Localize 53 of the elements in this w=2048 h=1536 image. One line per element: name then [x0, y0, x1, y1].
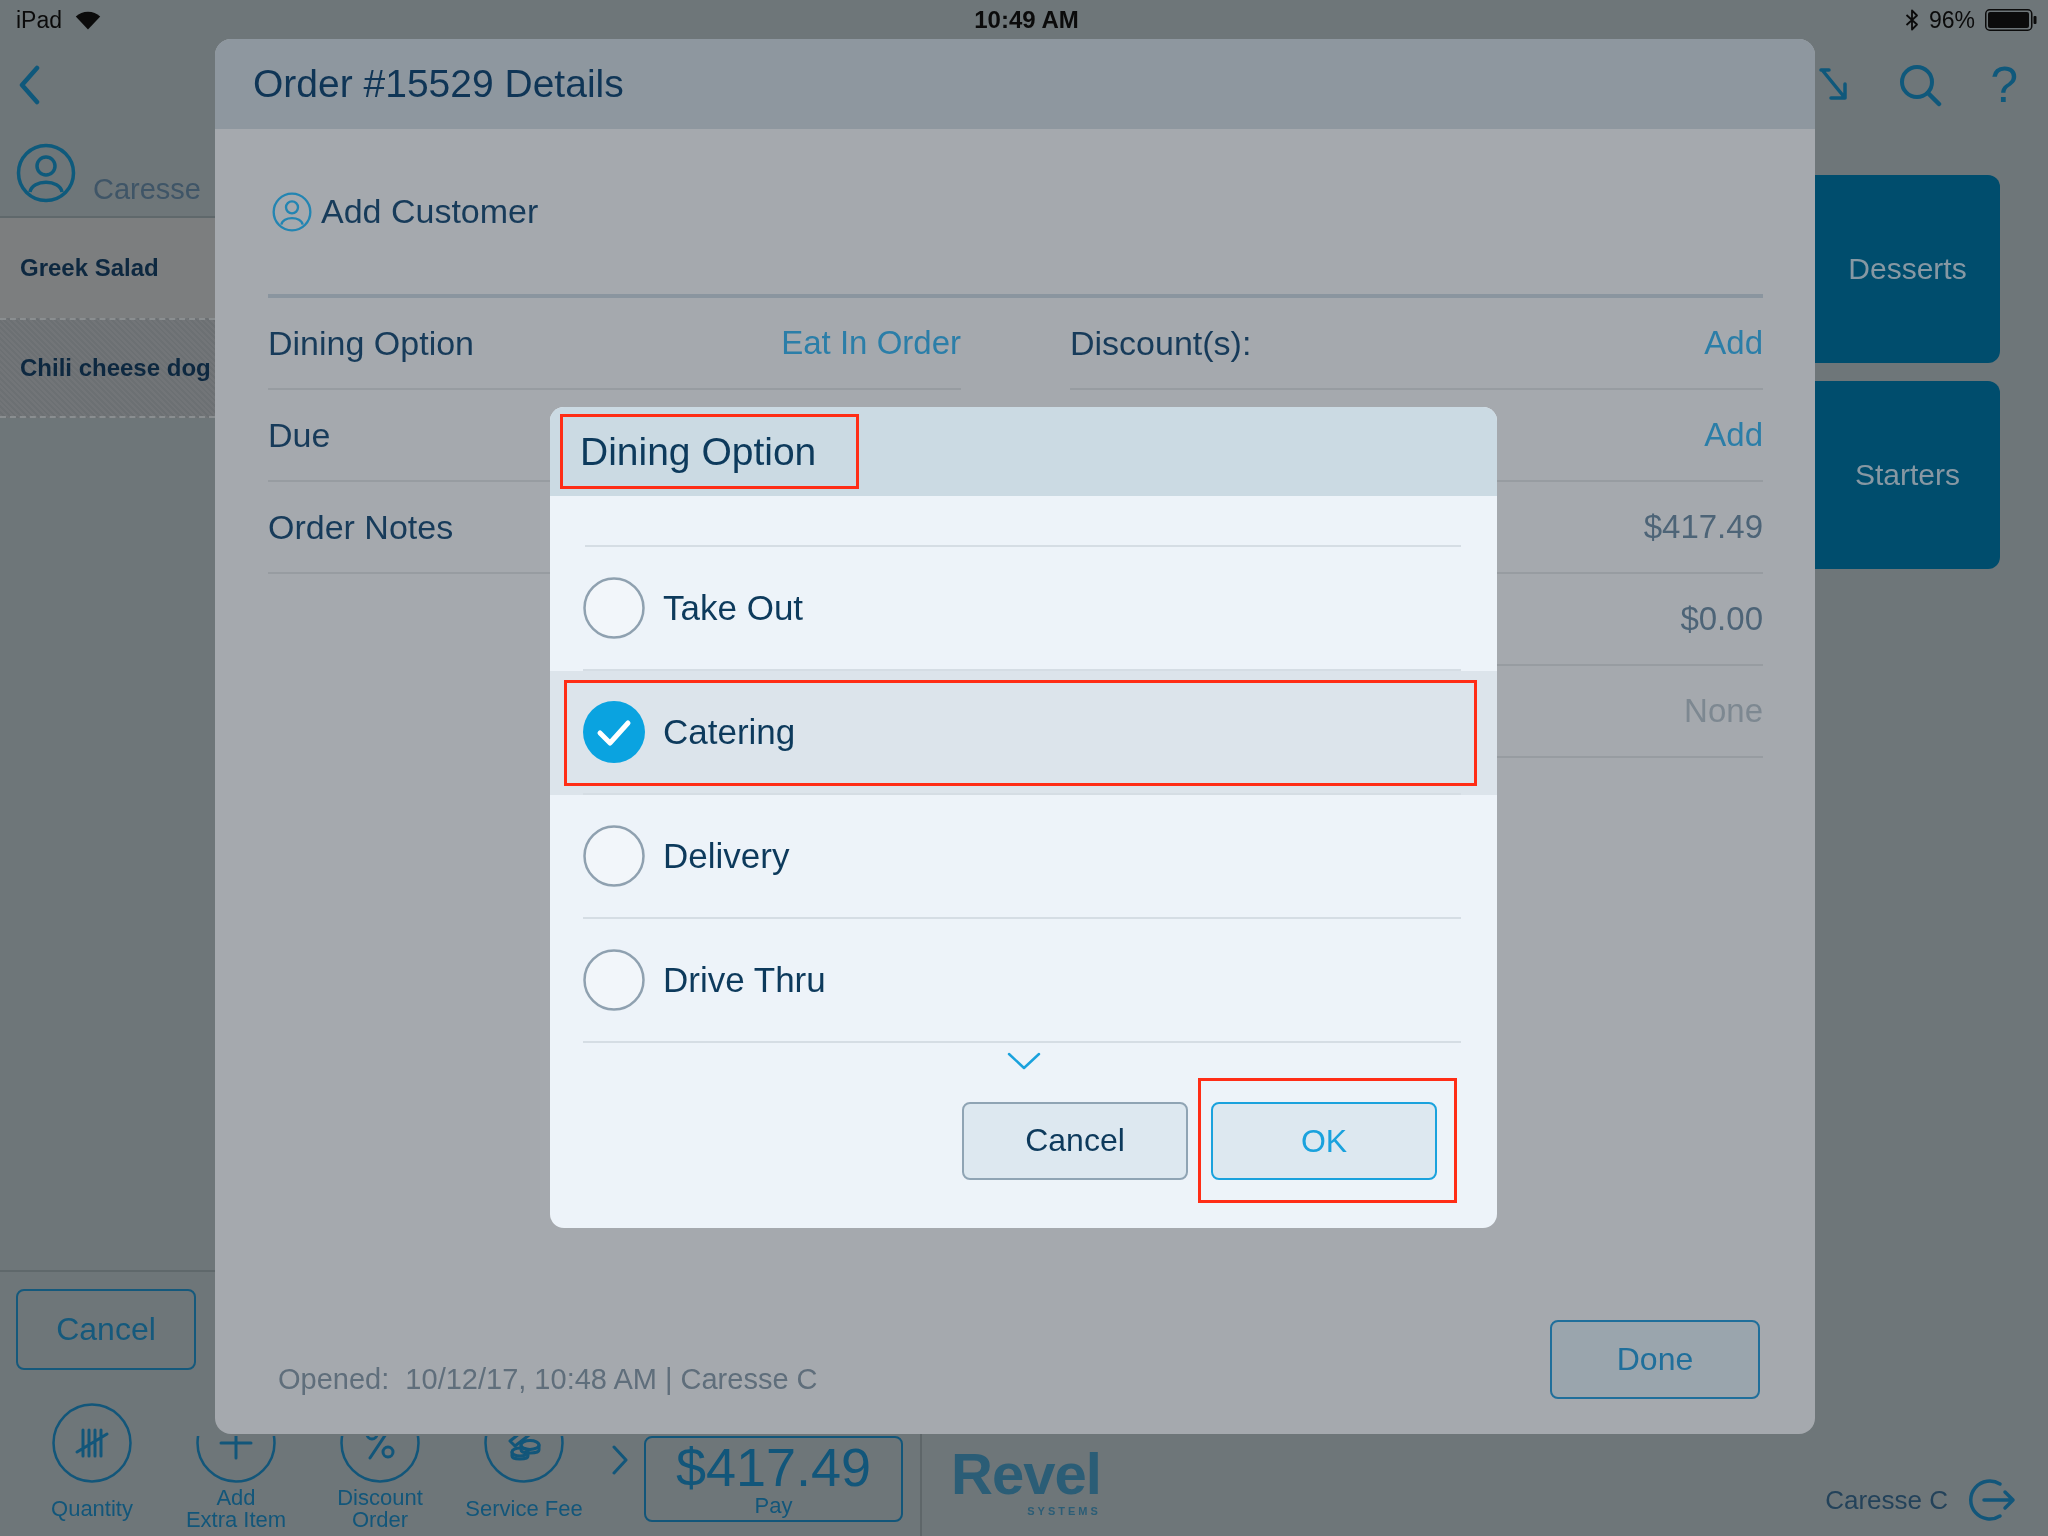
radio-option[interactable]: Delivery	[550, 795, 1497, 919]
field-value: $417.49	[1643, 508, 1763, 546]
field-label: Due	[268, 415, 331, 455]
field-link[interactable]: Add	[1704, 416, 1763, 454]
cancel-button[interactable]: Cancel	[962, 1101, 1188, 1180]
field-label: Dining Option	[268, 323, 474, 363]
category-tile[interactable]: Starters	[1815, 381, 2000, 569]
radio-icon	[583, 577, 645, 639]
chevron-right-icon[interactable]	[612, 1445, 628, 1475]
device-name-text: iPad	[16, 8, 63, 32]
toolbar-action-button[interactable]: Add Extra Item	[164, 1436, 308, 1531]
modal-title: Order #15529 Details	[253, 62, 624, 106]
toolbar-action-button[interactable]: Service Fee	[452, 1436, 596, 1531]
field-label: Order Notes	[268, 507, 454, 547]
dialog-title: Dining Option	[580, 429, 817, 474]
radio-icon	[583, 825, 645, 887]
order-item-row[interactable]: Chili cheese dog	[0, 318, 215, 418]
cancel-button[interactable]: Cancel	[16, 1289, 196, 1370]
done-button[interactable]: Done	[1550, 1320, 1760, 1399]
plus-icon	[196, 1436, 276, 1483]
order-item-row[interactable]: Greek Salad	[0, 218, 215, 318]
help-button[interactable]: ?	[1990, 60, 2018, 110]
field-link[interactable]: Eat In Order	[781, 324, 961, 362]
avatar-icon	[272, 191, 312, 232]
percent-icon	[340, 1436, 420, 1483]
logo-tagline: SYSTEMS	[1027, 1506, 1101, 1517]
radio-checked-icon	[583, 701, 645, 763]
category-tile[interactable]: Desserts	[1815, 175, 2000, 363]
bluetooth-icon	[1904, 8, 1919, 32]
radio-option[interactable]: Catering	[550, 671, 1497, 795]
opened-info-text: Opened: 10/12/17, 10:48 AM | Caresse C	[278, 1363, 818, 1396]
field-label: Discount(s):	[1070, 323, 1252, 363]
radio-option[interactable]: Drive Thru	[550, 919, 1497, 1043]
avatar-icon[interactable]	[16, 143, 76, 203]
logo-wordmark: Revel	[951, 1445, 1101, 1503]
clock-text: 10:49 AM	[974, 8, 1079, 32]
wifi-icon	[75, 10, 102, 30]
ok-button[interactable]: OK	[1211, 1102, 1437, 1180]
battery-icon	[1985, 9, 2037, 31]
back-icon[interactable]	[18, 65, 40, 105]
field-link[interactable]: Add	[1704, 324, 1763, 362]
radio-icon	[583, 949, 645, 1011]
toolbar-action-button[interactable]: Quantity	[20, 1403, 164, 1531]
coins-icon	[484, 1436, 564, 1483]
field-value: $0.00	[1680, 600, 1763, 638]
chevron-down-icon[interactable]	[1006, 1051, 1041, 1070]
pay-button[interactable]: $417.49 Pay	[644, 1436, 903, 1522]
battery-percent-text: 96%	[1928, 8, 1975, 32]
search-icon[interactable]	[1898, 63, 1943, 107]
tally-marks-icon	[52, 1403, 132, 1483]
add-customer-button[interactable]: Add Customer	[272, 191, 539, 232]
user-name-text: Caresse C	[1825, 1484, 1948, 1516]
toolbar-action-button[interactable]: Discount Order	[308, 1436, 452, 1531]
